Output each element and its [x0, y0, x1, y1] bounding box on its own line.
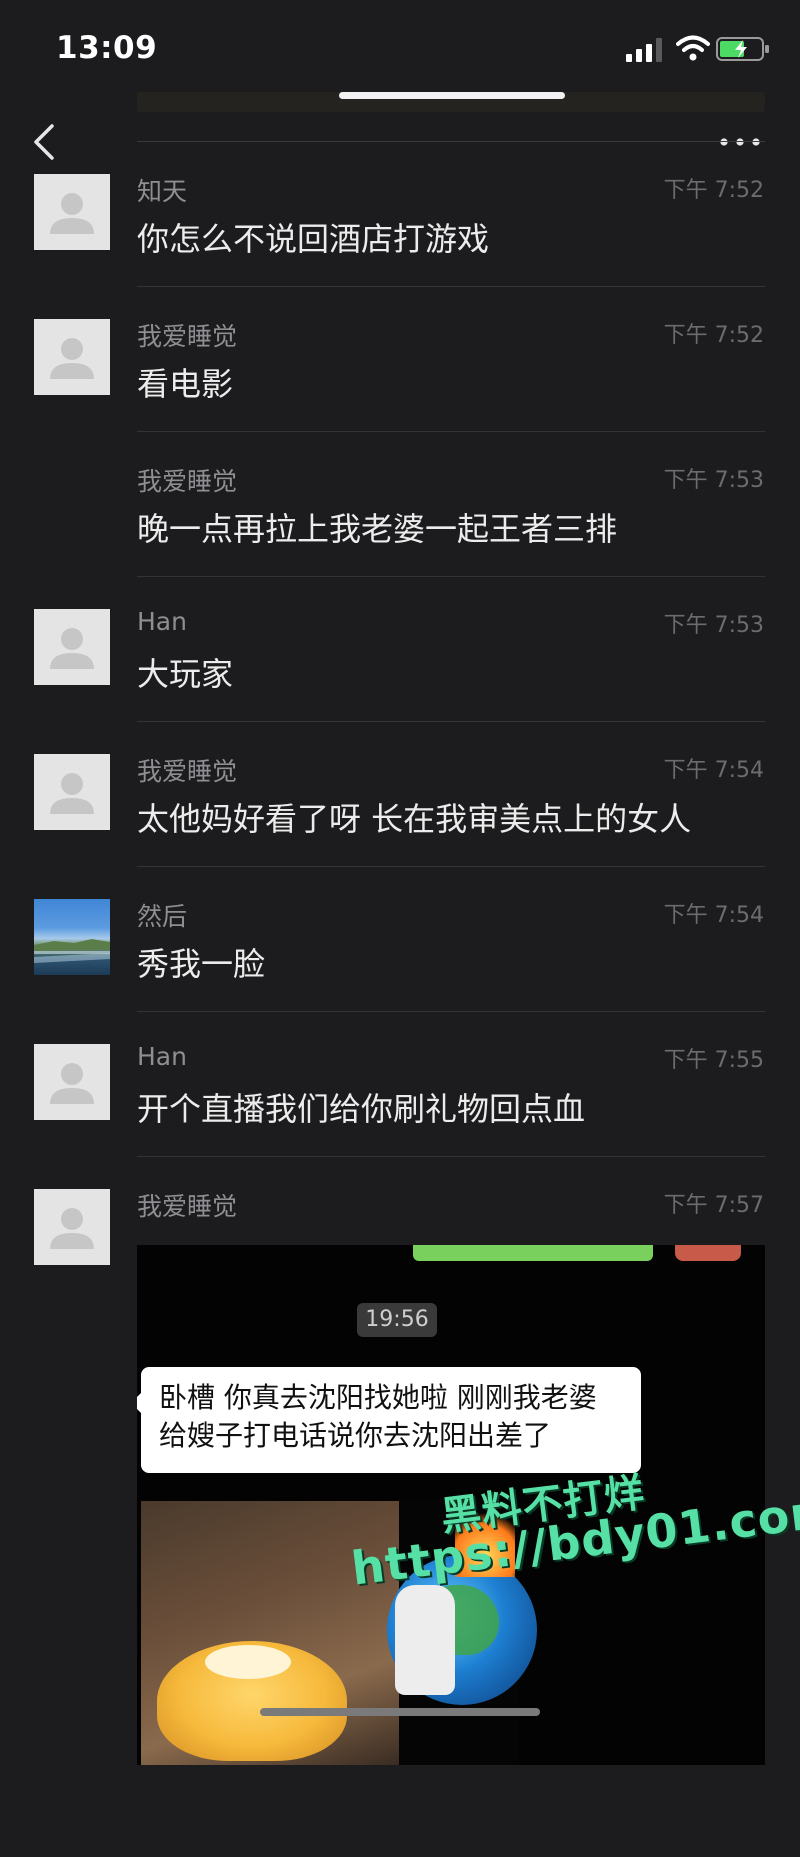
message-text: 你怎么不说回酒店打游戏: [137, 220, 490, 258]
sheet-grabber[interactable]: [339, 92, 565, 99]
default-avatar[interactable]: [34, 1044, 110, 1120]
message-time: 下午 7:53: [663, 468, 764, 493]
message-text: 看电影: [137, 365, 234, 403]
inner-bubble-line: 卧槽 你真去沈阳找她啦 刚刚我老婆: [159, 1381, 597, 1414]
message-time: 下午 7:54: [663, 758, 764, 783]
inner-timestamp: 19:56: [357, 1303, 437, 1337]
default-avatar[interactable]: [34, 1189, 110, 1265]
default-avatar[interactable]: [34, 319, 110, 395]
sender-name: 我爱睡觉: [137, 757, 238, 786]
sender-name: 然后: [137, 902, 188, 931]
chat-message[interactable]: Han 下午 7:53 大玩家: [0, 577, 800, 722]
chat-message[interactable]: 我爱睡觉 下午 7:54 太他妈好看了呀 长在我审美点上的女人: [0, 722, 800, 867]
chat-message[interactable]: Han 下午 7:55 开个直播我们给你刷礼物回点血: [0, 1012, 800, 1157]
message-time: 下午 7:54: [663, 903, 764, 928]
cellular-signal-icon: [626, 38, 662, 62]
sender-name: 知天: [137, 177, 188, 206]
message-time: 下午 7:57: [663, 1193, 764, 1218]
sender-name: Han: [137, 607, 187, 636]
default-avatar[interactable]: [34, 609, 110, 685]
status-time: 13:09: [56, 30, 158, 66]
sender-name: 我爱睡觉: [137, 322, 238, 351]
chat-message[interactable]: 知天 下午 7:52 你怎么不说回酒店打游戏: [0, 142, 800, 287]
wifi-icon: [676, 35, 710, 61]
message-text: 秀我一脸: [137, 945, 266, 983]
default-avatar[interactable]: [34, 754, 110, 830]
message-text: 大玩家: [137, 655, 234, 693]
battery-charging-icon: [716, 37, 769, 61]
message-time: 下午 7:52: [663, 323, 764, 348]
chick-belly: [205, 1645, 291, 1679]
chat-message[interactable]: 我爱睡觉 下午 7:52 看电影: [0, 287, 800, 432]
sender-name: Han: [137, 1042, 187, 1071]
sent-bubble-edge: [413, 1245, 653, 1261]
default-avatar[interactable]: [34, 174, 110, 250]
chat-history-list[interactable]: 知天 下午 7:52 你怎么不说回酒店打游戏 我爱睡觉 下午 7:52 看电影 …: [0, 142, 800, 1857]
message-time: 下午 7:53: [663, 613, 764, 638]
sender-name: 我爱睡觉: [137, 467, 238, 496]
astronaut-figure: [395, 1585, 455, 1695]
status-bar: 13:09: [0, 0, 800, 92]
sender-name: 我爱睡觉: [137, 1192, 238, 1221]
inner-bubble-line: 给嫂子打电话说你去沈阳出差了: [159, 1419, 552, 1452]
message-text: 太他妈好看了呀 长在我审美点上的女人: [137, 800, 692, 838]
home-indicator[interactable]: [260, 1708, 540, 1716]
chat-message[interactable]: 然后 下午 7:54 秀我一脸: [0, 867, 800, 1012]
message-text: 晚一点再拉上我老婆一起王者三排: [137, 510, 618, 548]
inner-message-bubble: 卧槽 你真去沈阳找她啦 刚刚我老婆 给嫂子打电话说你去沈阳出差了: [137, 1367, 641, 1473]
message-time: 下午 7:52: [663, 178, 764, 203]
photo-avatar[interactable]: [34, 899, 110, 975]
chat-message[interactable]: 我爱睡觉 下午 7:53 晚一点再拉上我老婆一起王者三排: [0, 432, 800, 577]
message-text: 开个直播我们给你刷礼物回点血: [137, 1090, 586, 1128]
sticker-edge: [675, 1245, 741, 1261]
message-time: 下午 7:55: [663, 1048, 764, 1073]
